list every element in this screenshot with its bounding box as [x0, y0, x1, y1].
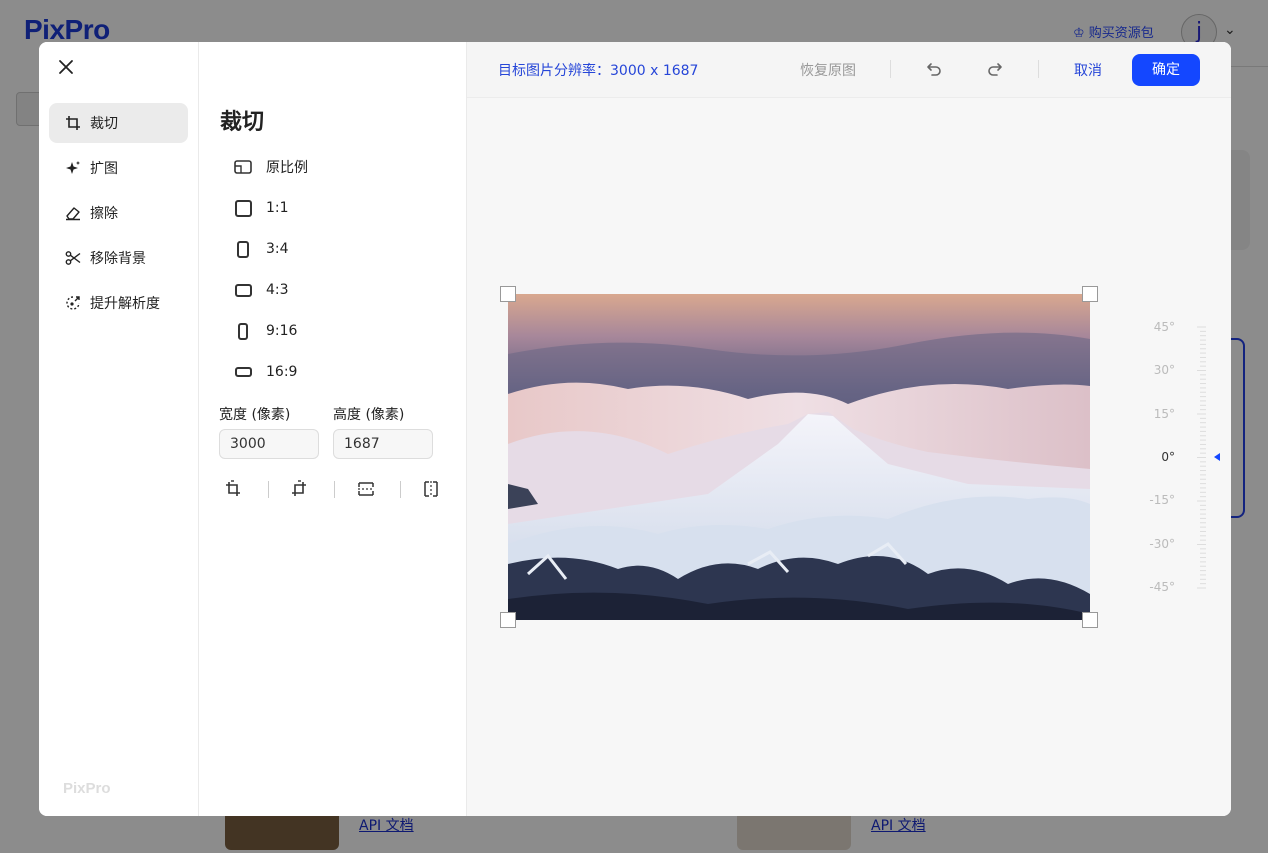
sidebar-item-expand[interactable]: 扩图: [49, 148, 188, 188]
sidebar-item-label: 移除背景: [90, 251, 146, 267]
toolbar-divider: [890, 60, 891, 78]
upscale-icon: [64, 294, 82, 312]
sidebar-item-upscale[interactable]: 提升解析度: [49, 283, 188, 323]
landscape-16-9-icon: [234, 363, 252, 381]
crop-icon: [64, 114, 82, 132]
rotate-right-icon[interactable]: [289, 479, 309, 499]
ratio-label: 16:9: [266, 364, 298, 380]
ratio-label: 9:16: [266, 323, 298, 339]
panel-title: 裁切: [220, 110, 265, 135]
width-label: 宽度 (像素): [219, 407, 291, 423]
crop-handle-bottom-right[interactable]: [1082, 612, 1098, 628]
ratio-label: 1:1: [266, 200, 289, 216]
width-input[interactable]: [219, 429, 319, 459]
tool-divider: [268, 481, 269, 498]
eraser-icon: [64, 204, 82, 222]
toolbar-divider: [1038, 60, 1039, 78]
close-icon[interactable]: [55, 56, 77, 78]
editor-sidebar: 裁切 扩图 擦除 移除背景 提升解析度 PixPro: [39, 42, 199, 816]
image-editor-modal: 裁切 扩图 擦除 移除背景 提升解析度 PixPro 裁切 原比例 1:1 3:…: [39, 42, 1231, 816]
ratio-4-3[interactable]: 4:3: [234, 278, 289, 302]
crop-image[interactable]: [508, 294, 1090, 620]
cancel-button[interactable]: 取消: [1074, 60, 1102, 80]
flip-horizontal-icon[interactable]: [421, 479, 441, 499]
square-ratio-icon: [234, 199, 252, 217]
height-input[interactable]: [333, 429, 433, 459]
sidebar-item-remove-bg[interactable]: 移除背景: [49, 238, 188, 278]
redo-icon[interactable]: [986, 59, 1006, 79]
ratio-original[interactable]: 原比例: [234, 155, 308, 179]
angle-pointer-icon: [1214, 453, 1220, 461]
sparkle-icon: [64, 159, 82, 177]
original-ratio-icon: [234, 158, 252, 176]
ratio-3-4[interactable]: 3:4: [234, 237, 289, 261]
ratio-label: 原比例: [266, 160, 308, 176]
crop-handle-bottom-left[interactable]: [500, 612, 516, 628]
crop-handle-top-right[interactable]: [1082, 286, 1098, 302]
ruler-label: 15°: [1153, 407, 1175, 421]
rotation-ruler[interactable]: 45° 30° 15° 0° -15° -30° -45°: [1147, 317, 1222, 597]
sidebar-item-crop[interactable]: 裁切: [49, 103, 188, 143]
ratio-label: 4:3: [266, 282, 289, 298]
crop-options-panel: 裁切 原比例 1:1 3:4 4:3 9:16 16:9 宽度 (像素) 高度 …: [199, 42, 467, 816]
scissors-icon: [64, 249, 82, 267]
mountain-photo: [508, 294, 1090, 620]
ruler-label: -15°: [1149, 493, 1175, 507]
height-label: 高度 (像素): [333, 407, 405, 423]
editor-canvas: 目标图片分辨率：3000 x 1687 恢复原图 取消 确定 45° 30° 1…: [467, 42, 1231, 816]
target-resolution: 目标图片分辨率：3000 x 1687: [498, 63, 699, 79]
ruler-label-current: 0°: [1161, 450, 1175, 464]
confirm-button[interactable]: 确定: [1132, 54, 1200, 86]
flip-vertical-icon[interactable]: [356, 479, 376, 499]
sidebar-item-erase[interactable]: 擦除: [49, 193, 188, 233]
ruler-label: -30°: [1149, 537, 1175, 551]
tool-divider: [400, 481, 401, 498]
undo-icon[interactable]: [923, 59, 943, 79]
tool-divider: [334, 481, 335, 498]
ratio-1-1[interactable]: 1:1: [234, 196, 289, 220]
ruler-label: -45°: [1149, 580, 1175, 594]
ruler-label: 30°: [1153, 363, 1175, 377]
restore-original-button[interactable]: 恢复原图: [800, 60, 856, 80]
editor-topbar: 目标图片分辨率：3000 x 1687 恢复原图 取消 确定: [467, 42, 1231, 98]
portrait-9-16-icon: [234, 322, 252, 340]
sidebar-item-label: 裁切: [90, 116, 118, 132]
crop-handle-top-left[interactable]: [500, 286, 516, 302]
portrait-3-4-icon: [234, 240, 252, 258]
sidebar-item-label: 提升解析度: [90, 296, 160, 312]
ruler-label: 45°: [1153, 320, 1175, 334]
landscape-4-3-icon: [234, 281, 252, 299]
ratio-16-9[interactable]: 16:9: [234, 360, 297, 384]
sidebar-item-label: 扩图: [90, 161, 118, 177]
rotate-left-icon[interactable]: [223, 479, 243, 499]
ratio-9-16[interactable]: 9:16: [234, 319, 297, 343]
sidebar-item-label: 擦除: [90, 206, 118, 222]
ratio-label: 3:4: [266, 241, 289, 257]
footer-logo: PixPro: [63, 780, 111, 797]
